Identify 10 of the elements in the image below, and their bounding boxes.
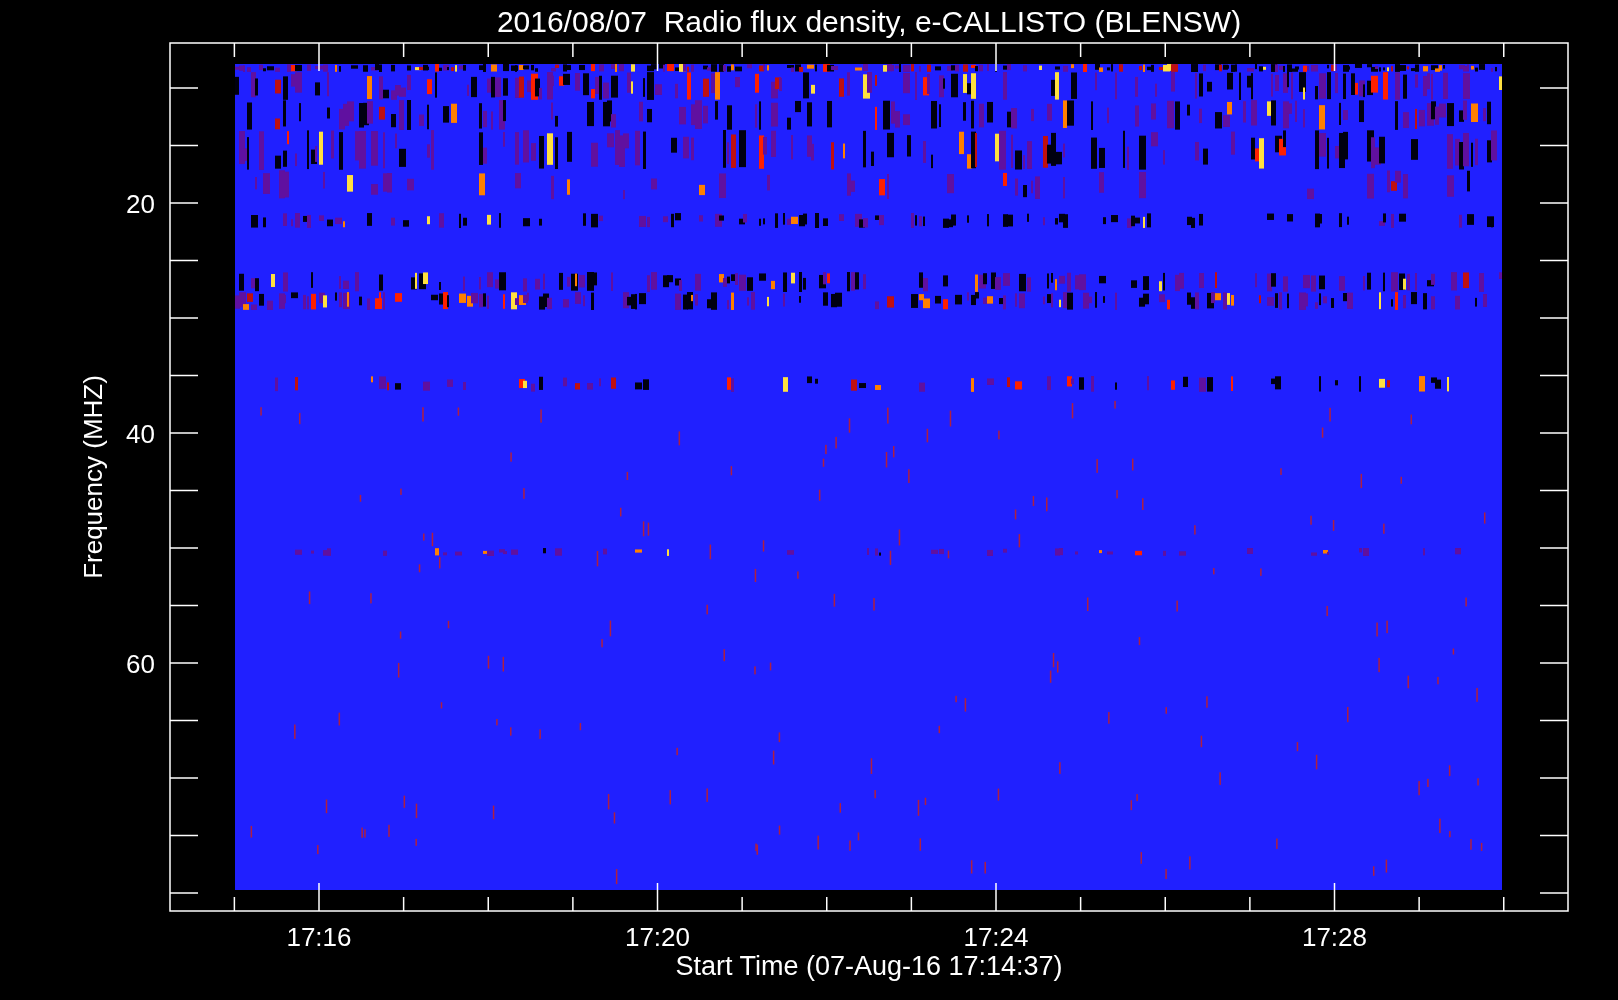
x-tick-label: 17:20 xyxy=(624,922,691,952)
y-tick-label: 60 xyxy=(126,649,155,679)
y-tick-label: 20 xyxy=(126,189,155,219)
x-tick-label: 17:28 xyxy=(1301,922,1368,952)
x-tick-label: 17:24 xyxy=(963,922,1029,952)
x-axis-label: Start Time (07-Aug-16 17:14:37) xyxy=(675,951,1063,981)
y-axis-label: Frequency (MHZ) xyxy=(78,375,108,579)
x-tick-label: 17:16 xyxy=(286,922,352,952)
y-tick-label: 40 xyxy=(126,419,155,449)
chart-title: 2016/08/07 Radio flux density, e-CALLISTO (BLENSW) xyxy=(496,5,1242,38)
